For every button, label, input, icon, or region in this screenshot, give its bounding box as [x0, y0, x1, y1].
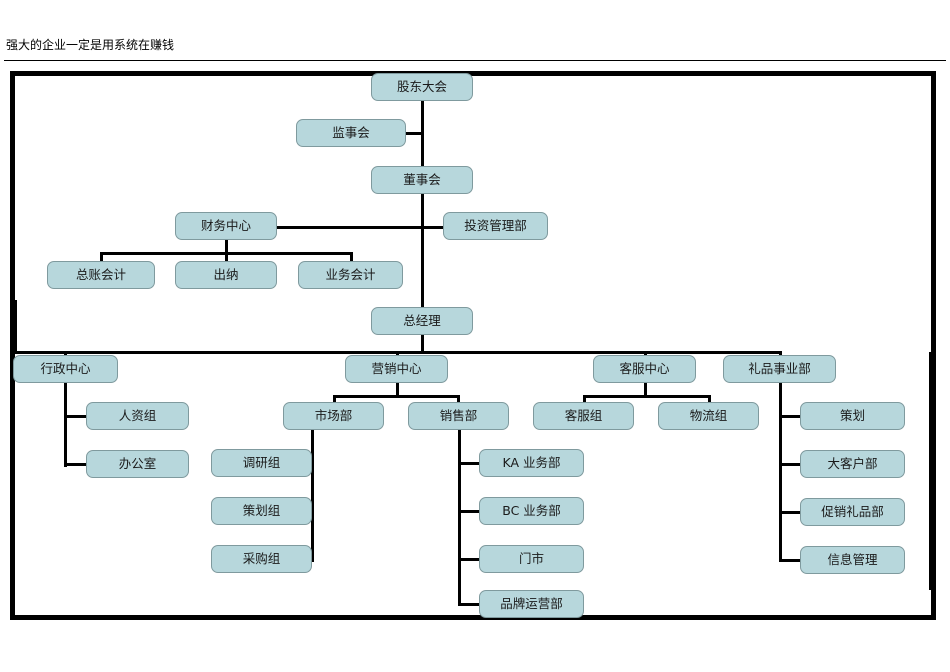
node-label: 办公室 [118, 456, 157, 472]
node-shareholders-meeting[interactable]: 股东大会 [371, 73, 473, 101]
node-label: 大客户部 [827, 456, 878, 472]
node-label: 品牌运营部 [500, 596, 563, 612]
node-hr-group[interactable]: 人资组 [86, 402, 189, 430]
node-retail-store[interactable]: 门市 [479, 545, 584, 573]
node-purchasing-group[interactable]: 采购组 [211, 545, 312, 573]
node-label: 客服中心 [619, 361, 670, 377]
connector-sales-to-retail [458, 558, 480, 561]
connector-sales-down [458, 429, 461, 605]
connector-supervisory-stub [406, 132, 423, 135]
node-label: 策划组 [242, 503, 281, 519]
node-board-of-directors[interactable]: 董事会 [371, 166, 473, 194]
connector-gift-down [779, 383, 782, 560]
node-customer-service-group[interactable]: 客服组 [533, 402, 634, 430]
node-label: 礼品事业部 [748, 361, 811, 377]
node-label: KA 业务部 [502, 455, 561, 471]
connector-admin-down [64, 383, 67, 467]
node-sales-department[interactable]: 销售部 [408, 402, 509, 430]
node-label: 监事会 [332, 125, 370, 141]
node-business-accounting[interactable]: 业务会计 [298, 261, 403, 289]
connector-board-to-gm [421, 194, 424, 308]
connector-gm-down [421, 335, 424, 352]
connector-sales-to-ka [458, 462, 480, 465]
node-label: 财务中心 [200, 218, 251, 234]
connector-gift-to-info-mgmt [779, 559, 801, 562]
node-label: 出纳 [213, 267, 239, 283]
connector-gift-to-promo-gift [779, 511, 801, 514]
node-label: 策划 [839, 408, 865, 424]
connector-sales-to-bc [458, 510, 480, 513]
node-office[interactable]: 办公室 [86, 450, 189, 478]
connector-gift-to-planning [779, 415, 801, 418]
node-cashier[interactable]: 出纳 [175, 261, 277, 289]
node-general-ledger-accounting[interactable]: 总账会计 [47, 261, 155, 289]
node-finance-center[interactable]: 财务中心 [175, 212, 277, 240]
node-brand-operations-dept[interactable]: 品牌运营部 [479, 590, 584, 618]
connector-finance-row-bar [276, 226, 443, 229]
node-label: 采购组 [242, 551, 281, 567]
connector-admin-to-hr [64, 415, 86, 418]
node-label: 市场部 [314, 408, 353, 424]
connector-right-edge-accent [929, 352, 932, 590]
node-label: 客服组 [564, 408, 603, 424]
node-bc-business-dept[interactable]: BC 业务部 [479, 497, 584, 525]
node-supervisory-board[interactable]: 监事会 [296, 119, 406, 147]
node-research-group[interactable]: 调研组 [211, 449, 312, 477]
node-label: 投资管理部 [464, 218, 527, 234]
org-chart-canvas: 股东大会 监事会 董事会 财务中心 投资管理部 总账会计 出纳 业务会计 总经理… [0, 0, 950, 672]
node-key-customer-dept[interactable]: 大客户部 [800, 450, 905, 478]
node-label: 总经理 [403, 313, 441, 329]
node-gift-business-division[interactable]: 礼品事业部 [723, 355, 836, 383]
node-label: 门市 [518, 551, 544, 567]
connector-admin-left-edge [14, 300, 17, 352]
node-promotional-gift-dept[interactable]: 促销礼品部 [800, 498, 905, 526]
connector-marketing-children-bar [334, 395, 459, 398]
node-label: 董事会 [403, 172, 441, 188]
node-customer-service-center[interactable]: 客服中心 [593, 355, 696, 383]
connector-sales-to-brand-ops [458, 603, 480, 606]
node-general-manager[interactable]: 总经理 [371, 307, 473, 335]
connector-admin-to-office [64, 463, 86, 466]
node-planning-group[interactable]: 策划组 [211, 497, 312, 525]
node-label: 人资组 [118, 408, 157, 424]
node-market-department[interactable]: 市场部 [283, 402, 384, 430]
node-planning[interactable]: 策划 [800, 402, 905, 430]
node-label: BC 业务部 [502, 503, 561, 519]
connector-market-down [311, 429, 314, 562]
node-logistics-group[interactable]: 物流组 [658, 402, 759, 430]
connector-gift-to-key-customer [779, 463, 801, 466]
node-label: 促销礼品部 [821, 504, 884, 520]
node-label: 股东大会 [396, 79, 447, 95]
node-key-account-dept[interactable]: KA 业务部 [479, 449, 584, 477]
node-label: 调研组 [242, 455, 281, 471]
node-label: 总账会计 [75, 267, 126, 283]
node-label: 物流组 [689, 408, 728, 424]
node-information-management[interactable]: 信息管理 [800, 546, 905, 574]
connector-cs-children-bar [584, 395, 709, 398]
node-label: 行政中心 [40, 361, 91, 377]
node-label: 信息管理 [827, 552, 878, 568]
node-admin-center[interactable]: 行政中心 [13, 355, 118, 383]
node-marketing-center[interactable]: 营销中心 [345, 355, 448, 383]
node-label: 营销中心 [371, 361, 422, 377]
node-label: 销售部 [439, 408, 478, 424]
node-investment-management[interactable]: 投资管理部 [443, 212, 548, 240]
node-label: 业务会计 [325, 267, 376, 283]
